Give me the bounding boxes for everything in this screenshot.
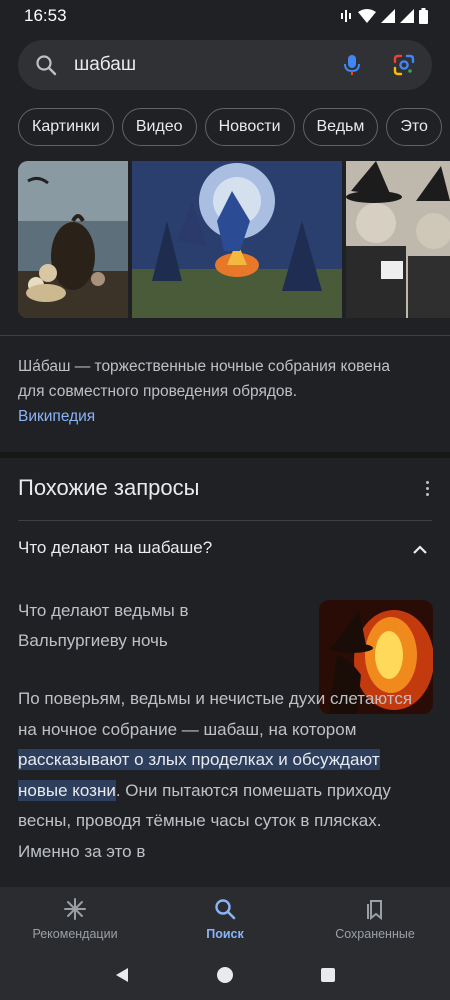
chip-news[interactable]: Новости [204,108,295,146]
image-result-3[interactable] [346,161,450,318]
nav-search[interactable]: Поиск [150,887,300,950]
system-navigation [0,950,450,1000]
google-lens-icon[interactable] [392,53,416,77]
related-divider [18,520,432,521]
section-separator [0,452,450,458]
chip-images[interactable]: Картинки [18,108,114,146]
image-result-2[interactable] [132,161,342,318]
answer-text-before: По поверьям, ведьмы и нечистые духи слет… [18,689,413,739]
bottom-navigation: Рекомендации Поиск Сохраненные [0,887,450,950]
wikipedia-link[interactable]: Википедия [18,404,418,429]
back-icon[interactable] [113,966,131,984]
signal-icon-2 [400,9,414,23]
recents-icon[interactable] [319,966,337,984]
divider [0,335,450,336]
wifi-icon [358,9,376,23]
nav-recommendations-label: Рекомендации [32,926,118,941]
more-options-icon[interactable] [418,478,436,498]
search-bar[interactable]: шабаш [18,40,432,90]
asterisk-icon [64,897,86,920]
microphone-icon[interactable] [340,53,364,77]
search-icon [36,55,57,76]
snippet-text: Ша́баш — торжественные ночные собрания к… [18,358,390,400]
image-carousel [18,161,450,318]
vibrate-icon [341,10,351,22]
related-question[interactable]: Что делают на шабаше? [18,538,432,558]
home-icon[interactable] [216,966,234,984]
image-result-1[interactable] [18,161,128,318]
nav-saved[interactable]: Сохраненные [300,887,450,950]
answer-title: Что делают ведьмы в Вальпургиеву ночь [18,601,189,650]
chip-witches[interactable]: Ведьм [302,108,379,146]
search-icon [215,898,236,919]
related-queries-title: Похожие запросы [18,475,200,500]
knowledge-snippet: Ша́баш — торжественные ночные собрания к… [18,354,418,429]
battery-icon [419,8,428,24]
nav-saved-label: Сохраненные [335,926,415,941]
chevron-up-icon[interactable] [411,541,429,559]
bookmarks-icon [367,899,382,920]
answer-body: По поверьям, ведьмы и нечистые духи слет… [18,684,428,867]
chip-this[interactable]: Это [386,108,442,146]
chip-video[interactable]: Видео [121,108,197,146]
search-query[interactable]: шабаш [74,54,340,76]
filter-chips: Картинки Видео Новости Ведьм Это [18,108,450,146]
nav-recommendations[interactable]: Рекомендации [0,887,150,950]
status-time: 16:53 [24,6,67,25]
status-icons [339,8,428,24]
status-bar: 16:53 [0,0,450,32]
nav-search-label: Поиск [206,926,244,941]
signal-icon [381,9,395,23]
